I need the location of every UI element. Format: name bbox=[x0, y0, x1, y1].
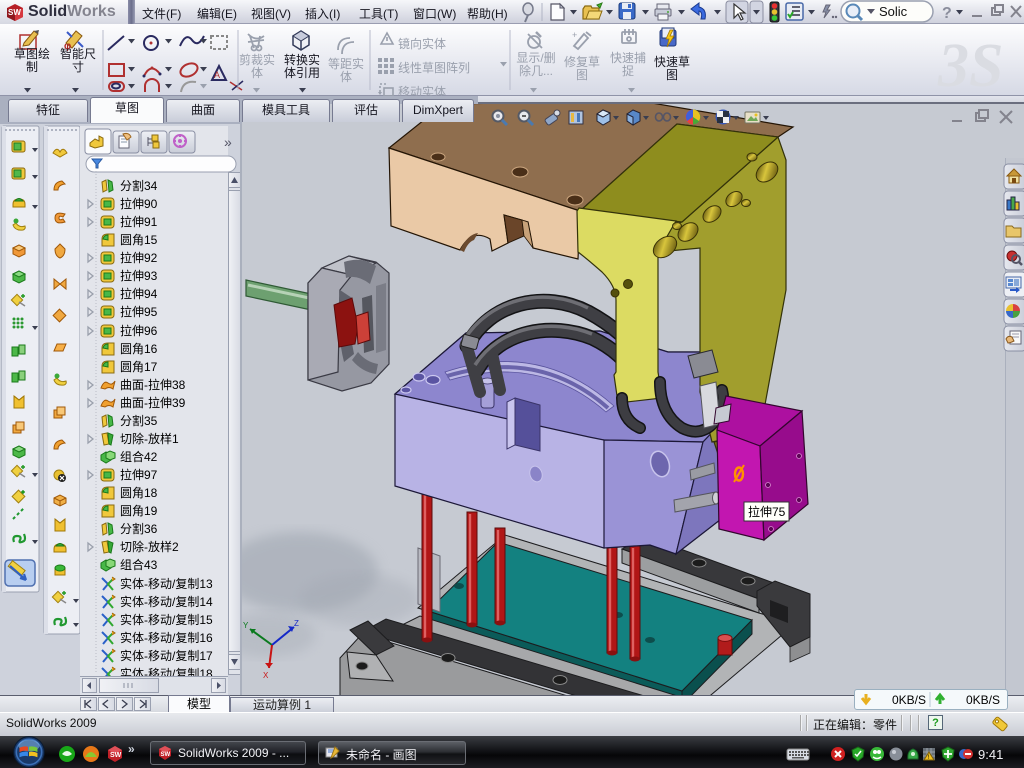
svg-text:X: X bbox=[263, 671, 269, 680]
svg-text:实体-移动/复制16: 实体-移动/复制16 bbox=[120, 630, 213, 645]
svg-text:拉伸91: 拉伸91 bbox=[120, 214, 158, 229]
svg-text:拉伸96: 拉伸96 bbox=[120, 323, 158, 338]
svg-text:曲面-拉伸38: 曲面-拉伸38 bbox=[120, 377, 186, 392]
svg-text:Y: Y bbox=[243, 621, 249, 630]
svg-text:分割35: 分割35 bbox=[120, 413, 158, 428]
svg-text:Solic: Solic bbox=[879, 4, 908, 19]
svg-text:圆角19: 圆角19 bbox=[120, 504, 158, 518]
svg-text:圆角16: 圆角16 bbox=[120, 342, 158, 356]
svg-text:?: ? bbox=[942, 5, 952, 22]
svg-text:拉伸75: 拉伸75 bbox=[748, 504, 786, 519]
svg-text:0KB/S: 0KB/S bbox=[966, 693, 1000, 707]
svg-text:实体-移动/复制14: 实体-移动/复制14 bbox=[120, 594, 213, 609]
svg-text:拉伸94: 拉伸94 bbox=[120, 286, 158, 301]
svg-text:切除-放样1: 切除-放样1 bbox=[120, 431, 179, 446]
svg-text:SW: SW bbox=[8, 8, 21, 17]
svg-text:+: + bbox=[572, 30, 577, 40]
svg-text:SW: SW bbox=[110, 752, 122, 759]
svg-text:分割34: 分割34 bbox=[120, 178, 158, 193]
svg-text:SW: SW bbox=[161, 752, 171, 758]
svg-text:Z: Z bbox=[294, 619, 299, 628]
svg-text:»: » bbox=[224, 134, 232, 150]
svg-text:组合43: 组合43 bbox=[120, 557, 158, 572]
svg-text:拉伸97: 拉伸97 bbox=[120, 467, 158, 482]
svg-text:实体-移动/复制13: 实体-移动/复制13 bbox=[120, 576, 213, 591]
svg-text:A: A bbox=[214, 70, 220, 80]
svg-text:切除-放样2: 切除-放样2 bbox=[120, 539, 179, 554]
svg-text:拉伸93: 拉伸93 bbox=[120, 268, 158, 283]
svg-text:圆角17: 圆角17 bbox=[120, 360, 158, 374]
svg-text:3S: 3S bbox=[937, 32, 1003, 96]
svg-text:0KB/S: 0KB/S bbox=[892, 693, 926, 707]
svg-text:拉伸95: 拉伸95 bbox=[120, 304, 158, 319]
svg-text:实体-移动/复制17: 实体-移动/复制17 bbox=[120, 648, 213, 663]
svg-text:实体-移动/复制15: 实体-移动/复制15 bbox=[120, 612, 213, 627]
svg-text:拉伸90: 拉伸90 bbox=[120, 196, 158, 211]
svg-text:曲面-拉伸39: 曲面-拉伸39 bbox=[120, 395, 186, 410]
svg-text:圆角18: 圆角18 bbox=[120, 486, 158, 500]
svg-text:圆角15: 圆角15 bbox=[120, 233, 158, 247]
svg-text:拉伸92: 拉伸92 bbox=[120, 250, 158, 265]
svg-text:分割36: 分割36 bbox=[120, 521, 158, 536]
svg-text:组合42: 组合42 bbox=[120, 449, 158, 464]
